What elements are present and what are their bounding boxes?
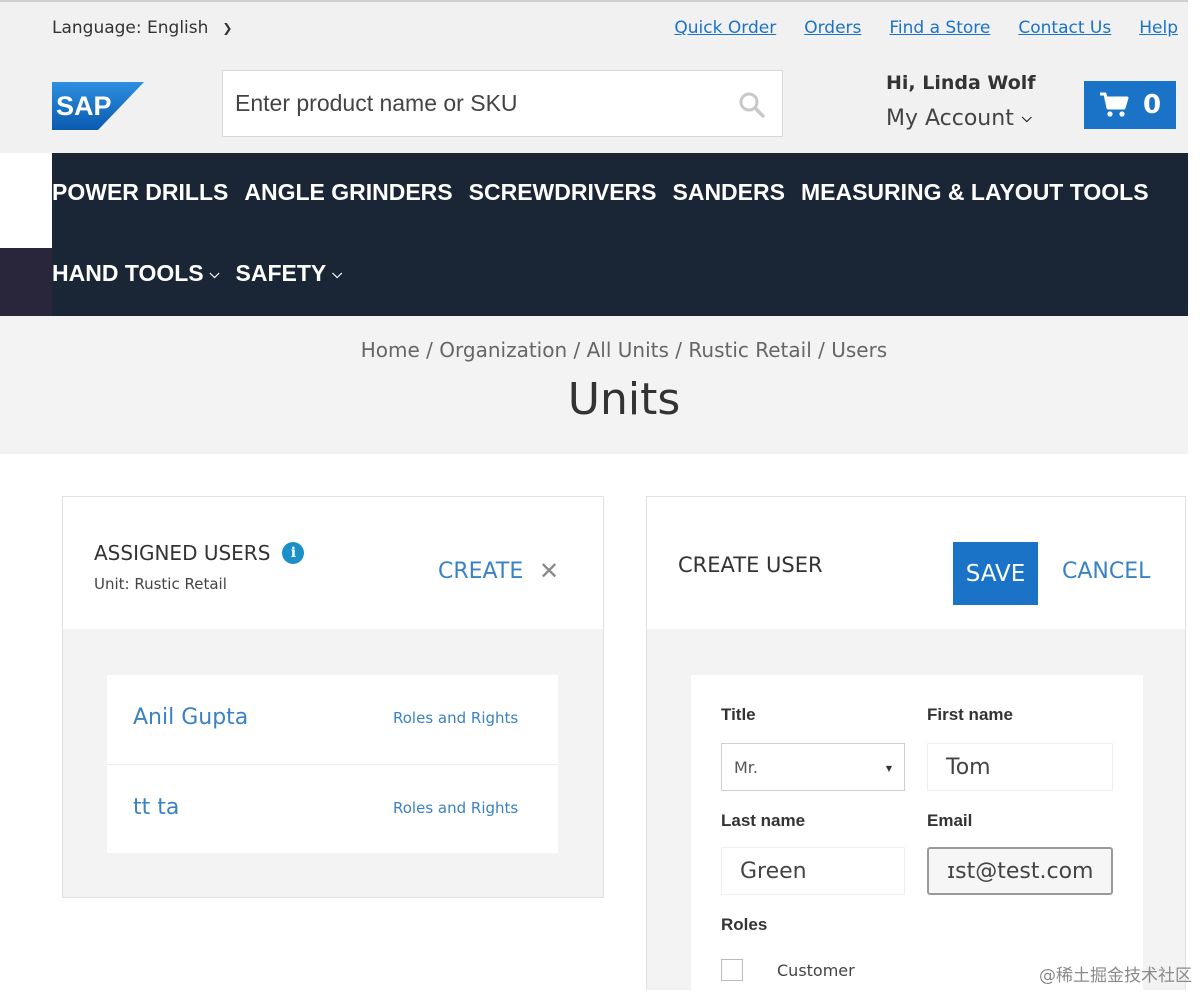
first-name-label: First name	[927, 705, 1013, 724]
nav-sanders[interactable]: SANDERS	[673, 179, 785, 206]
caret-down-icon: ▼	[885, 764, 892, 773]
nav-power-drills[interactable]: POWER DRILLS	[52, 179, 228, 206]
list-item: tt ta Roles and Rights	[107, 764, 558, 853]
breadcrumb-organization[interactable]: Organization	[439, 338, 567, 362]
top-utility-bar: Language: English ❯ Quick Order Orders F…	[0, 0, 1188, 46]
title-select-value: Mr.	[734, 758, 758, 777]
watermark: @稀土掘金技术社区	[1039, 966, 1192, 986]
customer-role-label: Customer	[777, 961, 855, 980]
assigned-users-header: ASSIGNED USERS i Unit: Rustic Retail CRE…	[63, 497, 603, 629]
roles-and-rights-link[interactable]: Roles and Rights	[393, 799, 518, 817]
chevron-down-icon: ⌵	[209, 265, 220, 281]
cart-count: 0	[1142, 90, 1162, 120]
nav-hand-tools-label: HAND TOOLS	[52, 260, 204, 286]
create-user-header: CREATE USER SAVE CANCEL	[647, 497, 1185, 629]
help-link[interactable]: Help	[1139, 18, 1178, 38]
user-list: Anil Gupta Roles and Rights tt ta Roles …	[107, 675, 558, 853]
nav-side-shade	[0, 248, 52, 316]
breadcrumb-separator: /	[675, 338, 689, 362]
last-name-field[interactable]	[721, 847, 905, 895]
assigned-users-unit: Unit: Rustic Retail	[94, 575, 227, 593]
contact-us-link[interactable]: Contact Us	[1018, 18, 1111, 38]
logo-text: SAP	[56, 91, 112, 121]
info-icon[interactable]: i	[282, 542, 305, 564]
user-greeting: Hi, Linda Wolf	[886, 72, 1036, 94]
title-label: Title	[721, 705, 756, 724]
language-label: Language: English	[52, 18, 209, 38]
breadcrumb-users: Users	[831, 338, 888, 362]
assigned-users-title-text: ASSIGNED USERS	[94, 541, 271, 565]
breadcrumb-home[interactable]: Home	[361, 338, 420, 362]
nav-screwdrivers[interactable]: SCREWDRIVERS	[469, 179, 657, 206]
nav-measuring-layout-tools[interactable]: MEASURING & LAYOUT TOOLS	[801, 179, 1149, 206]
page-header: Home / Organization / All Units / Rustic…	[0, 316, 1188, 454]
assigned-users-title: ASSIGNED USERS i	[94, 541, 305, 565]
cart-button[interactable]: 0	[1084, 81, 1176, 129]
email-field[interactable]	[927, 847, 1113, 895]
orders-link[interactable]: Orders	[804, 18, 861, 38]
cancel-button[interactable]: CANCEL	[1062, 559, 1150, 584]
breadcrumb-separator: /	[426, 338, 440, 362]
chevron-down-icon: ❯	[222, 21, 233, 35]
save-button[interactable]: SAVE	[953, 542, 1038, 605]
search-icon[interactable]	[738, 91, 766, 119]
my-account-menu[interactable]: My Account ⌵	[886, 106, 1032, 131]
chevron-down-icon: ⌵	[1021, 111, 1032, 126]
find-store-link[interactable]: Find a Store	[889, 18, 990, 38]
search-box	[222, 70, 783, 137]
list-item: Anil Gupta Roles and Rights	[107, 675, 558, 764]
top-links: Quick Order Orders Find a Store Contact …	[674, 18, 1178, 38]
page-title: Units	[567, 374, 681, 425]
breadcrumb-separator: /	[818, 338, 832, 362]
nav-safety[interactable]: SAFETY ⌵	[236, 260, 343, 287]
user-name-link[interactable]: Anil Gupta	[133, 705, 248, 730]
create-user-title: CREATE USER	[678, 553, 823, 577]
assigned-users-card: ASSIGNED USERS i Unit: Rustic Retail CRE…	[62, 496, 604, 898]
roles-and-rights-link[interactable]: Roles and Rights	[393, 709, 518, 727]
language-selector[interactable]: Language: English ❯	[52, 18, 232, 38]
nav-safety-label: SAFETY	[235, 260, 327, 286]
breadcrumb-rustic-retail[interactable]: Rustic Retail	[688, 338, 811, 362]
breadcrumb-separator: /	[573, 338, 587, 362]
nav-hand-tools[interactable]: HAND TOOLS ⌵	[52, 260, 220, 287]
cart-icon	[1099, 92, 1129, 117]
email-label: Email	[927, 811, 973, 830]
my-account-label: My Account	[886, 106, 1014, 131]
create-user-card: CREATE USER SAVE CANCEL Title Mr. ▼ Firs…	[646, 496, 1186, 991]
chevron-down-icon: ⌵	[332, 265, 343, 281]
site-header: SAP Hi, Linda Wolf My Account ⌵ 0	[0, 46, 1188, 153]
first-name-field[interactable]	[927, 743, 1113, 791]
breadcrumb-all-units[interactable]: All Units	[587, 338, 669, 362]
breadcrumb: Home / Organization / All Units / Rustic…	[0, 338, 1200, 362]
title-select[interactable]: Mr. ▼	[721, 743, 905, 791]
customer-role-checkbox[interactable]	[721, 959, 743, 981]
roles-label: Roles	[721, 915, 768, 934]
quick-order-link[interactable]: Quick Order	[674, 18, 776, 38]
user-name-link[interactable]: tt ta	[133, 795, 179, 820]
create-user-link[interactable]: CREATE	[438, 559, 523, 584]
category-nav: POWER DRILLS ANGLE GRINDERS SCREWDRIVERS…	[52, 153, 1188, 316]
close-icon[interactable]: ✕	[539, 557, 559, 585]
nav-angle-grinders[interactable]: ANGLE GRINDERS	[244, 179, 452, 206]
sap-logo[interactable]: SAP	[52, 82, 144, 130]
last-name-label: Last name	[721, 811, 806, 830]
search-input[interactable]	[235, 85, 715, 121]
create-user-form: Title Mr. ▼ First name Last name Email R…	[691, 675, 1143, 991]
